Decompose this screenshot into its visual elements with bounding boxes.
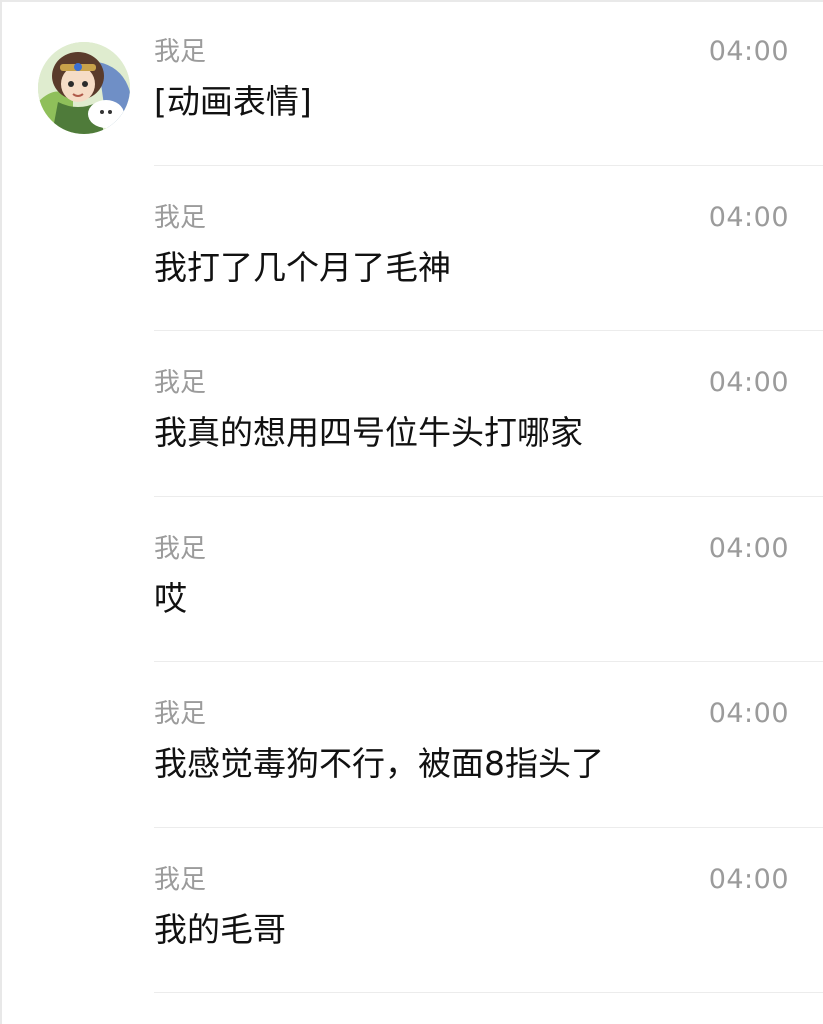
message-list: 我足 04:00 [动画表情] 我足 04:00 我打了几个月了毛神 我足 04…: [0, 0, 823, 993]
message-time: 04:00: [708, 367, 789, 398]
message-text: 哎: [154, 578, 187, 618]
message-text: 我的毛哥: [154, 909, 286, 949]
message-item[interactable]: 我足 04:00 我的毛哥: [0, 828, 823, 993]
message-item[interactable]: 我足 04:00 我感觉毒狗不行，被面8指头了: [0, 662, 823, 828]
message-time: 04:00: [708, 698, 789, 729]
sender-name: 我足: [154, 368, 207, 398]
message-time: 04:00: [708, 201, 789, 233]
message-item[interactable]: 我足 04:00 我真的想用四号位牛头打哪家: [0, 331, 823, 497]
sender-name: 我足: [154, 37, 207, 67]
message-text: 我打了几个月了毛神: [154, 247, 451, 287]
message-time: 04:00: [708, 36, 789, 67]
character-avatar-icon: [38, 42, 130, 134]
sender-name: 我足: [154, 864, 207, 895]
message-text: [动画表情]: [154, 82, 312, 121]
sender-name: 我足: [154, 533, 207, 564]
sender-name: 我足: [154, 202, 207, 233]
avatar[interactable]: [38, 42, 130, 134]
divider: [154, 992, 823, 993]
sender-name: 我足: [154, 699, 207, 729]
message-text: 我真的想用四号位牛头打哪家: [154, 413, 583, 452]
message-item[interactable]: 我足 04:00 [动画表情]: [0, 0, 823, 166]
message-time: 04:00: [708, 863, 789, 895]
message-text: 我感觉毒狗不行，被面8指头了: [154, 744, 604, 783]
message-item[interactable]: 我足 04:00 哎: [0, 497, 823, 662]
message-item[interactable]: 我足 04:00 我打了几个月了毛神: [0, 166, 823, 331]
message-time: 04:00: [708, 532, 789, 564]
